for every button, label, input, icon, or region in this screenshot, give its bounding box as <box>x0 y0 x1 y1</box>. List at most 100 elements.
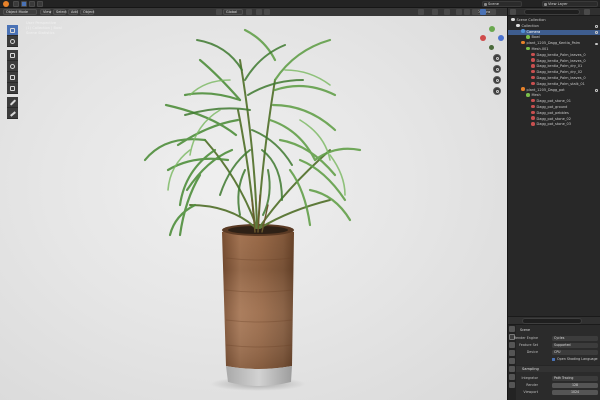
neg-y-axis-icon[interactable] <box>489 45 494 50</box>
outliner-item-label: Collection <box>521 23 539 28</box>
outliner-row[interactable]: Mesh.001 <box>508 46 600 53</box>
3d-viewport[interactable]: Object Mode View Select Add Object Globa… <box>0 8 507 400</box>
snap-icon[interactable] <box>256 9 262 15</box>
tool-tab-icon[interactable] <box>509 326 515 332</box>
transform-tool-icon[interactable] <box>7 83 18 94</box>
scene-selector[interactable]: Scene <box>482 1 522 7</box>
outliner-item-label: Mesh.001 <box>531 47 549 51</box>
osl-label: Open Shading Language <box>557 357 598 361</box>
outliner-row[interactable]: Dagg_kentia_Palm_leaves_0 <box>508 75 600 82</box>
snap-target-icon[interactable] <box>264 9 270 15</box>
world-tab-icon[interactable] <box>509 366 515 372</box>
outliner-row[interactable]: plant_1205_Dagg_Kentia_Palm <box>508 40 600 47</box>
outliner-item-label: plant_1205_Dagg_Kentia_Palm <box>526 41 581 46</box>
perspective-toggle-icon[interactable] <box>493 87 501 95</box>
visibility-eye-icon[interactable] <box>594 31 598 34</box>
visibility-eye-icon[interactable] <box>594 89 598 92</box>
outliner-item-label: Dagg_pot_pebbles <box>536 110 569 115</box>
pivot-icon[interactable] <box>246 9 252 15</box>
render-engine-dropdown[interactable]: Cycles <box>552 335 598 341</box>
filter-icon[interactable] <box>584 9 590 15</box>
outliner-row[interactable]: plant_1205_Dagg_pot <box>508 87 600 94</box>
outliner-row[interactable]: Dagg_pot_stone_01 <box>508 98 600 105</box>
outliner-row[interactable]: Scene Collection <box>508 17 600 24</box>
mode-select-icon[interactable] <box>21 1 27 7</box>
palm-plant <box>143 28 362 237</box>
zoom-icon[interactable] <box>493 54 501 62</box>
gizmo-toggle-icon[interactable] <box>432 9 438 15</box>
properties-header <box>508 317 600 325</box>
render-engine-label: Render Engine <box>513 336 538 340</box>
y-axis-icon[interactable] <box>489 26 495 32</box>
rendered-shading-icon[interactable] <box>480 9 486 15</box>
outliner-row[interactable]: Dagg_pot_stone_03 <box>508 122 600 128</box>
pan-hand-icon[interactable] <box>493 65 501 73</box>
outliner-item-icon <box>531 52 535 57</box>
navigation-gizmo[interactable] <box>478 24 506 54</box>
render-samples-field[interactable]: 128 <box>552 382 598 388</box>
view-layer-selector[interactable]: View Layer <box>542 1 598 7</box>
xray-icon[interactable] <box>456 9 462 15</box>
shading-options-icon[interactable] <box>490 9 496 15</box>
sampling-section-header[interactable]: Sampling <box>516 365 600 372</box>
outliner-row[interactable]: Dagg_pot_pebbles <box>508 110 600 117</box>
outliner-item-label: Dagg_pot_stone_02 <box>536 116 571 121</box>
pot <box>222 224 294 386</box>
mode-label: Object Mode <box>6 10 29 14</box>
outliner-search-input[interactable] <box>524 9 580 15</box>
toggle-icon[interactable] <box>37 1 43 7</box>
menu-object[interactable]: Object <box>80 9 94 15</box>
osl-checkbox[interactable] <box>552 357 555 361</box>
visibility-eye-icon[interactable] <box>594 25 598 28</box>
outliner-row[interactable]: Dagg_kentia_Palm_leaves_0 <box>508 52 600 59</box>
integrator-dropdown[interactable]: Path Tracing <box>552 375 598 381</box>
editor-type-icon[interactable] <box>13 1 19 7</box>
outliner-row[interactable]: Camera <box>508 29 600 36</box>
outliner-item-label: Dagg_pot_stone_03 <box>536 122 571 127</box>
view-layer-icon <box>544 3 547 6</box>
cursor-tool-icon[interactable] <box>7 36 18 47</box>
outliner-item-icon <box>526 46 530 51</box>
menu-add[interactable]: Add <box>68 9 78 15</box>
outliner-row[interactable]: Dagg_kentia_Palm_dry_02 <box>508 69 600 76</box>
outliner-item-icon <box>531 104 535 109</box>
solid-shading-icon[interactable] <box>464 9 470 15</box>
render-engine-row: Render Engine Cycles <box>514 335 600 341</box>
visibility-icon[interactable] <box>418 9 424 15</box>
measure-tool-icon[interactable] <box>7 108 18 119</box>
scale-tool-icon[interactable] <box>7 72 18 83</box>
orientation-icon[interactable] <box>216 9 222 15</box>
outliner-item-icon <box>531 98 535 103</box>
rotate-tool-icon[interactable] <box>7 61 18 72</box>
outliner-item-label: Scene Collection <box>516 18 546 22</box>
toggle-icon[interactable] <box>29 1 35 7</box>
select-tool-icon[interactable] <box>7 25 18 36</box>
overlay-toggle-icon[interactable] <box>444 9 450 15</box>
blender-logo-icon[interactable] <box>3 1 9 7</box>
x-axis-icon[interactable] <box>480 35 486 41</box>
outliner-item-label: Dagg_pot_ground <box>536 105 568 109</box>
camera-view-icon[interactable] <box>493 76 501 84</box>
visibility-eye-icon[interactable] <box>594 42 598 46</box>
viewport-samples-field[interactable]: 1024 <box>552 389 598 395</box>
properties-title-row: Scene <box>518 327 600 333</box>
outliner-row[interactable]: Dagg_pot_ground <box>508 104 600 111</box>
outliner-item-icon <box>531 116 535 120</box>
z-axis-icon[interactable] <box>498 35 504 41</box>
outliner-item-icon <box>531 110 535 115</box>
move-tool-icon[interactable] <box>7 50 18 61</box>
device-dropdown[interactable]: CPU <box>552 349 598 355</box>
outliner-item-icon <box>521 40 525 45</box>
menu-view[interactable]: View <box>40 9 51 15</box>
scene-tab-icon[interactable] <box>509 358 515 364</box>
menu-select[interactable]: Select <box>53 9 67 15</box>
viewport-overlay-text: User Perspective (1) Collection | Bowl S… <box>26 21 62 36</box>
properties-search-input[interactable] <box>522 318 582 324</box>
annotate-tool-icon[interactable] <box>7 97 18 108</box>
outliner-editor-icon[interactable] <box>510 9 516 15</box>
transform-orientation-dropdown[interactable]: Global <box>223 9 243 15</box>
material-shading-icon[interactable] <box>472 9 478 15</box>
feature-set-dropdown[interactable]: Supported <box>552 342 598 348</box>
mode-dropdown[interactable]: Object Mode <box>3 9 37 15</box>
outliner-item-icon <box>526 93 530 97</box>
